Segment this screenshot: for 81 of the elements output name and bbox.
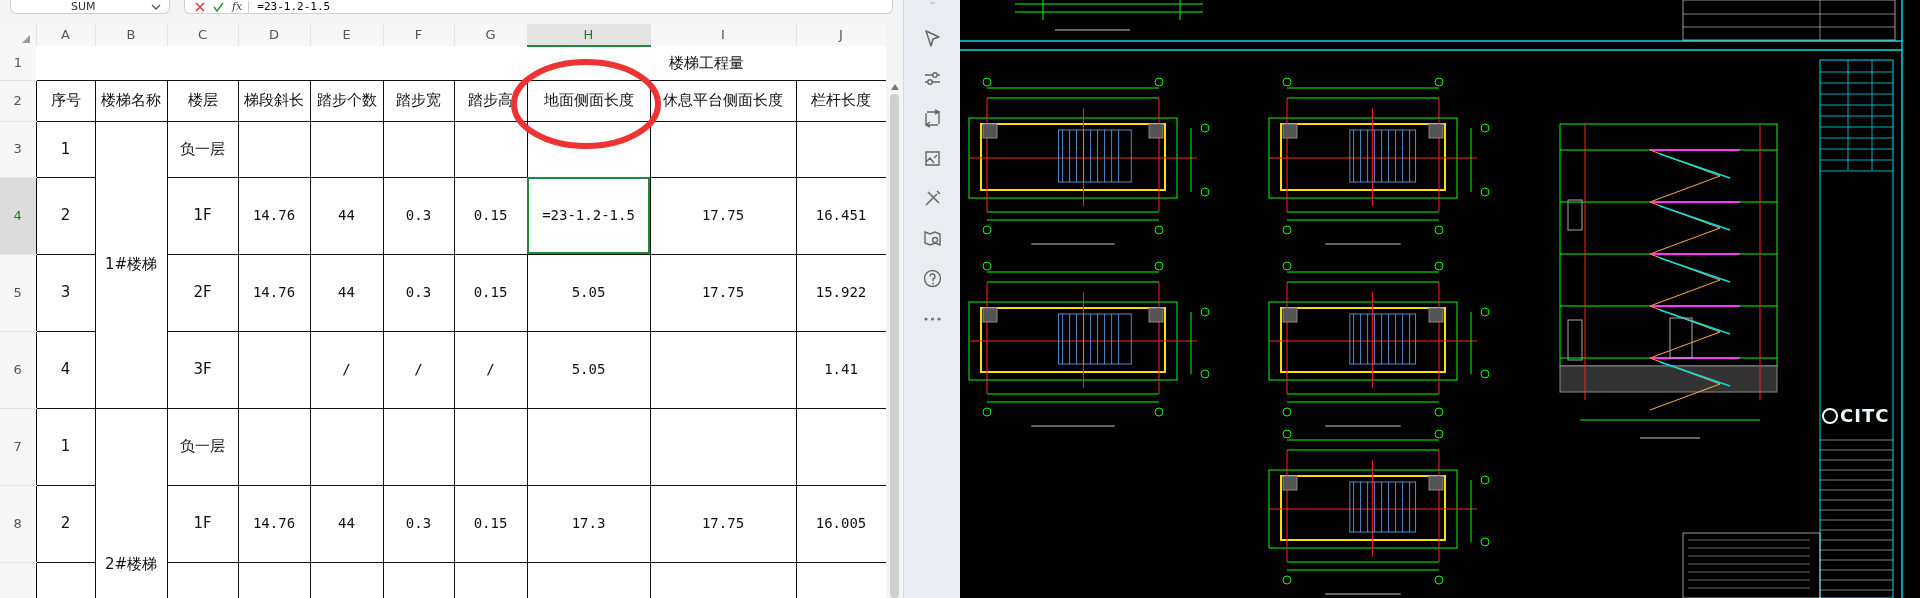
- help-icon[interactable]: [922, 269, 942, 288]
- column-header[interactable]: H: [527, 24, 650, 46]
- cell-text: 1#楼梯: [95, 121, 167, 408]
- cell-text[interactable]: 44: [310, 177, 383, 254]
- column-title: 地面侧面长度: [527, 80, 650, 121]
- cell-text[interactable]: 0.3: [383, 485, 454, 562]
- cell-text[interactable]: 17.75: [650, 485, 796, 562]
- cell-text[interactable]: 1: [36, 408, 95, 485]
- sheet-title: 楼梯工程量: [527, 46, 886, 80]
- cell-text[interactable]: 14.76: [238, 177, 310, 254]
- cell-text[interactable]: 2: [36, 177, 95, 254]
- row-header[interactable]: 5: [0, 254, 36, 331]
- row-header[interactable]: 7: [0, 408, 36, 485]
- image-edit-icon[interactable]: [922, 149, 942, 168]
- name-box-text: SUM: [71, 0, 96, 13]
- cell-text[interactable]: 3F: [167, 331, 238, 408]
- cell-text[interactable]: 2: [36, 485, 95, 562]
- row-header[interactable]: 2: [0, 80, 36, 121]
- logo-text: CITC: [1840, 406, 1890, 426]
- cell-text[interactable]: 1F: [167, 485, 238, 562]
- cell-text[interactable]: 5.05: [527, 331, 650, 408]
- cell-text[interactable]: 1: [36, 121, 95, 177]
- cell-text[interactable]: /: [383, 331, 454, 408]
- map-search-icon[interactable]: [922, 229, 942, 248]
- cell-text[interactable]: 0.3: [383, 254, 454, 331]
- cell-text[interactable]: 0.15: [454, 254, 527, 331]
- column-header[interactable]: D: [238, 24, 310, 46]
- cursor-icon[interactable]: [922, 29, 942, 48]
- column-header[interactable]: J: [796, 24, 886, 46]
- name-box[interactable]: SUM: [10, 0, 170, 14]
- cell-text[interactable]: /: [310, 331, 383, 408]
- cell-text: 2#楼梯: [95, 408, 167, 598]
- column-title: 序号: [36, 80, 95, 121]
- column-title: 踏步个数: [310, 80, 383, 121]
- cell-text[interactable]: 0.3: [383, 177, 454, 254]
- vertical-scrollbar[interactable]: [886, 24, 903, 598]
- cell-text[interactable]: 4: [36, 331, 95, 408]
- cell-text[interactable]: 负一层: [167, 408, 238, 485]
- row-header[interactable]: 4: [0, 177, 36, 254]
- cell-text[interactable]: 44: [310, 485, 383, 562]
- column-header[interactable]: I: [650, 24, 796, 46]
- row-header[interactable]: 1: [0, 46, 36, 80]
- cell-text[interactable]: 17.75: [650, 177, 796, 254]
- column-title: 梯段斜长: [238, 80, 310, 121]
- row-header[interactable]: 6: [0, 331, 36, 408]
- swap-icon[interactable]: [922, 109, 942, 128]
- cell-text[interactable]: =23-1.2-1.5: [527, 177, 650, 254]
- scrollbar-thumb[interactable]: [890, 94, 899, 598]
- row-header[interactable]: 3: [0, 121, 36, 177]
- cell-text[interactable]: 2F: [167, 254, 238, 331]
- confirm-icon[interactable]: [213, 1, 224, 12]
- column-title: 楼梯名称: [95, 80, 167, 121]
- function-label[interactable]: fx: [232, 0, 250, 13]
- column-header[interactable]: C: [167, 24, 238, 46]
- column-title: 楼层: [167, 80, 238, 121]
- cell-text[interactable]: 44: [310, 254, 383, 331]
- chevron-down-icon[interactable]: [151, 3, 161, 10]
- cell-text[interactable]: 1F: [167, 177, 238, 254]
- column-header[interactable]: F: [383, 24, 454, 46]
- cell-text[interactable]: 17.3: [527, 485, 650, 562]
- row-header[interactable]: 8: [0, 485, 36, 562]
- column-title: 踏步宽: [383, 80, 454, 121]
- column-header[interactable]: G: [454, 24, 527, 46]
- formula-field[interactable]: fx =23-1.2-1.5: [184, 0, 893, 14]
- column-header[interactable]: A: [36, 24, 95, 46]
- cancel-icon[interactable]: [195, 1, 205, 12]
- cell-text[interactable]: 14.76: [238, 254, 310, 331]
- cell-text[interactable]: /: [454, 331, 527, 408]
- cell-text[interactable]: 0.15: [454, 485, 527, 562]
- column-header[interactable]: B: [95, 24, 167, 46]
- column-title: 踏步高: [454, 80, 527, 121]
- cell-text[interactable]: 14.76: [238, 485, 310, 562]
- cell-text[interactable]: 17.75: [650, 254, 796, 331]
- sliders-icon[interactable]: [922, 69, 942, 88]
- scroll-up-icon[interactable]: [890, 84, 899, 90]
- cell-text[interactable]: 5.05: [527, 254, 650, 331]
- select-all-icon[interactable]: [22, 35, 30, 43]
- cell-text[interactable]: 负一层: [167, 121, 238, 177]
- column-title: 休息平台侧面长度: [650, 80, 796, 121]
- cell-text[interactable]: 3: [36, 254, 95, 331]
- column-header[interactable]: E: [310, 24, 383, 46]
